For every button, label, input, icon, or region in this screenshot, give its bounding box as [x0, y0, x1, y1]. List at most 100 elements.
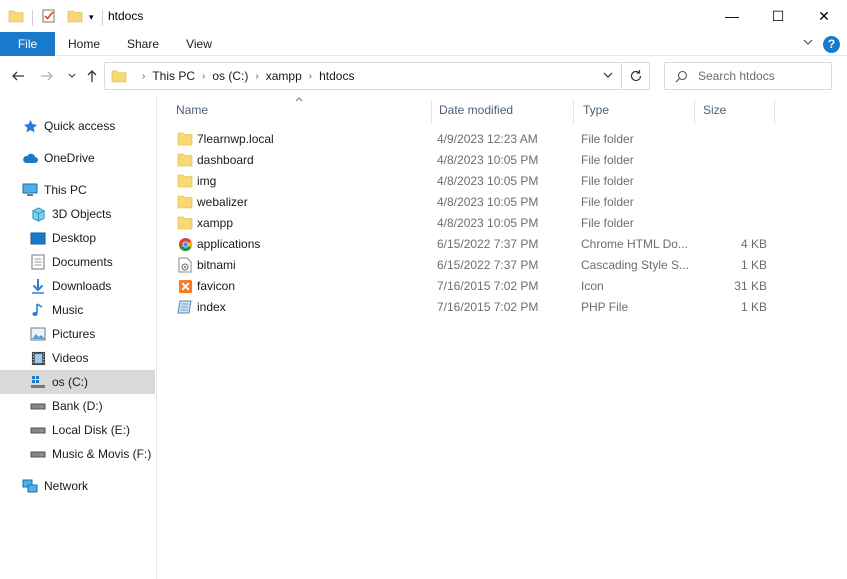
folder-icon	[177, 131, 193, 147]
file-size: 1 KB	[740, 300, 767, 314]
sidebar-item-label: OneDrive	[44, 151, 95, 165]
close-button[interactable]: ✕	[801, 0, 847, 32]
properties-icon[interactable]	[41, 8, 57, 27]
file-date: 4/8/2023 10:05 PM	[437, 195, 539, 209]
chevron-right-icon[interactable]: ›	[142, 71, 145, 82]
maximize-button[interactable]: ☐	[755, 0, 801, 32]
folder-icon	[177, 215, 193, 231]
file-type: File folder	[581, 216, 634, 230]
file-date: 6/15/2022 7:37 PM	[437, 237, 539, 251]
sidebar-item-label: Music	[52, 303, 84, 317]
breadcrumb-this-pc[interactable]: This PC	[152, 69, 195, 83]
arrow-left-icon	[12, 71, 24, 81]
breadcrumb-os-c[interactable]: os (C:)	[212, 69, 248, 83]
folder-icon	[177, 152, 193, 168]
sidebar-item-this-pc[interactable]: This PC	[0, 178, 155, 202]
table-row[interactable]: dashboard 4/8/2023 10:05 PM File folder	[158, 150, 847, 171]
sidebar-item-bank-d[interactable]: Bank (D:)	[0, 394, 155, 418]
table-row[interactable]: webalizer 4/8/2023 10:05 PM File folder	[158, 192, 847, 213]
file-name: favicon	[197, 279, 236, 293]
search-box[interactable]	[664, 62, 832, 90]
sidebar-item-music-movis-f[interactable]: Music & Movis (F:)	[0, 442, 155, 466]
chrome-icon	[177, 236, 193, 252]
file-type: File folder	[581, 153, 634, 167]
file-date: 4/9/2023 12:23 AM	[437, 132, 538, 146]
table-row[interactable]: xampp 4/8/2023 10:05 PM File folder	[158, 213, 847, 234]
file-name: webalizer	[197, 195, 248, 209]
column-header-size[interactable]: Size	[693, 100, 775, 124]
window-title: htdocs	[108, 9, 144, 23]
address-bar[interactable]: › This PC › os (C:) › xampp › htdocs	[104, 62, 622, 90]
recent-locations-button[interactable]	[62, 66, 82, 86]
tab-view[interactable]: View	[174, 32, 224, 56]
sidebar-item-os-c[interactable]: os (C:)	[0, 370, 155, 394]
drive-icon	[30, 446, 46, 462]
folder-icon	[177, 194, 193, 210]
file-size: 1 KB	[740, 258, 767, 272]
video-icon	[30, 350, 46, 366]
navigation-bar: › This PC › os (C:) › xampp › htdocs	[0, 56, 847, 96]
column-header-type[interactable]: Type	[573, 100, 695, 124]
minimize-button[interactable]: —	[709, 0, 755, 32]
sidebar-item-3d-objects[interactable]: 3D Objects	[0, 202, 155, 226]
search-input[interactable]	[698, 69, 818, 83]
chevron-right-icon[interactable]: ›	[202, 71, 205, 82]
sidebar-item-documents[interactable]: Documents	[0, 250, 155, 274]
sidebar-item-pictures[interactable]: Pictures	[0, 322, 155, 346]
column-header-date-modified[interactable]: Date modified	[429, 100, 574, 124]
sidebar-item-quick-access[interactable]: Quick access	[0, 114, 155, 138]
drive-icon	[30, 422, 46, 438]
tab-home[interactable]: Home	[57, 32, 111, 56]
address-dropdown-icon[interactable]	[603, 70, 613, 83]
arrow-up-icon	[87, 70, 97, 82]
download-icon	[30, 278, 46, 294]
drive-icon	[30, 398, 46, 414]
sidebar-item-onedrive[interactable]: OneDrive	[0, 146, 155, 170]
file-type: Cascading Style S...	[581, 258, 690, 272]
up-button[interactable]	[82, 66, 102, 86]
tab-file[interactable]: File	[0, 32, 55, 56]
sidebar-item-network[interactable]: Network	[0, 474, 155, 498]
chevron-right-icon[interactable]: ›	[255, 71, 258, 82]
table-row[interactable]: img 4/8/2023 10:05 PM File folder	[158, 171, 847, 192]
file-date: 4/8/2023 10:05 PM	[437, 174, 539, 188]
refresh-icon	[630, 70, 641, 82]
sidebar-item-downloads[interactable]: Downloads	[0, 274, 155, 298]
breadcrumb-xampp[interactable]: xampp	[266, 69, 302, 83]
computer-icon	[22, 182, 38, 198]
table-row[interactable]: bitnami 6/15/2022 7:37 PM Cascading Styl…	[158, 255, 847, 276]
table-row[interactable]: applications 6/15/2022 7:37 PM Chrome HT…	[158, 234, 847, 255]
css-file-icon	[177, 257, 193, 273]
sidebar-item-local-disk-e[interactable]: Local Disk (E:)	[0, 418, 155, 442]
star-icon	[22, 118, 38, 134]
refresh-button[interactable]	[622, 62, 650, 90]
chevron-down-icon	[68, 73, 76, 78]
title-bar: ▾ htdocs — ☐ ✕	[0, 0, 847, 32]
file-type: File folder	[581, 174, 634, 188]
back-button[interactable]	[8, 66, 28, 86]
file-type: Icon	[581, 279, 604, 293]
sidebar-item-desktop[interactable]: Desktop	[0, 226, 155, 250]
forward-button[interactable]	[37, 66, 57, 86]
table-row[interactable]: favicon 7/16/2015 7:02 PM Icon 31 KB	[158, 276, 847, 297]
column-header-name[interactable]: Name	[166, 100, 432, 124]
table-row[interactable]: index 7/16/2015 7:02 PM PHP File 1 KB	[158, 297, 847, 318]
breadcrumb-htdocs[interactable]: htdocs	[319, 69, 354, 83]
quick-access-toolbar: ▾	[8, 8, 107, 27]
expand-ribbon-icon[interactable]	[803, 36, 813, 50]
table-row[interactable]: 7learnwp.local 4/9/2023 12:23 AM File fo…	[158, 129, 847, 150]
customize-toolbar-icon[interactable]: ▾	[89, 12, 94, 23]
network-icon	[22, 478, 38, 494]
chevron-right-icon[interactable]: ›	[309, 71, 312, 82]
help-button[interactable]: ?	[823, 36, 840, 53]
sidebar-item-music[interactable]: Music	[0, 298, 155, 322]
file-date: 6/15/2022 7:37 PM	[437, 258, 539, 272]
sidebar-item-label: Pictures	[52, 327, 96, 341]
sidebar-item-label: Bank (D:)	[52, 399, 103, 413]
tab-share[interactable]: Share	[117, 32, 169, 56]
sidebar-item-label: Desktop	[52, 231, 97, 245]
sidebar-item-videos[interactable]: Videos	[0, 346, 155, 370]
new-folder-icon[interactable]	[67, 8, 83, 27]
picture-icon	[30, 326, 46, 342]
folder-icon	[111, 68, 127, 84]
